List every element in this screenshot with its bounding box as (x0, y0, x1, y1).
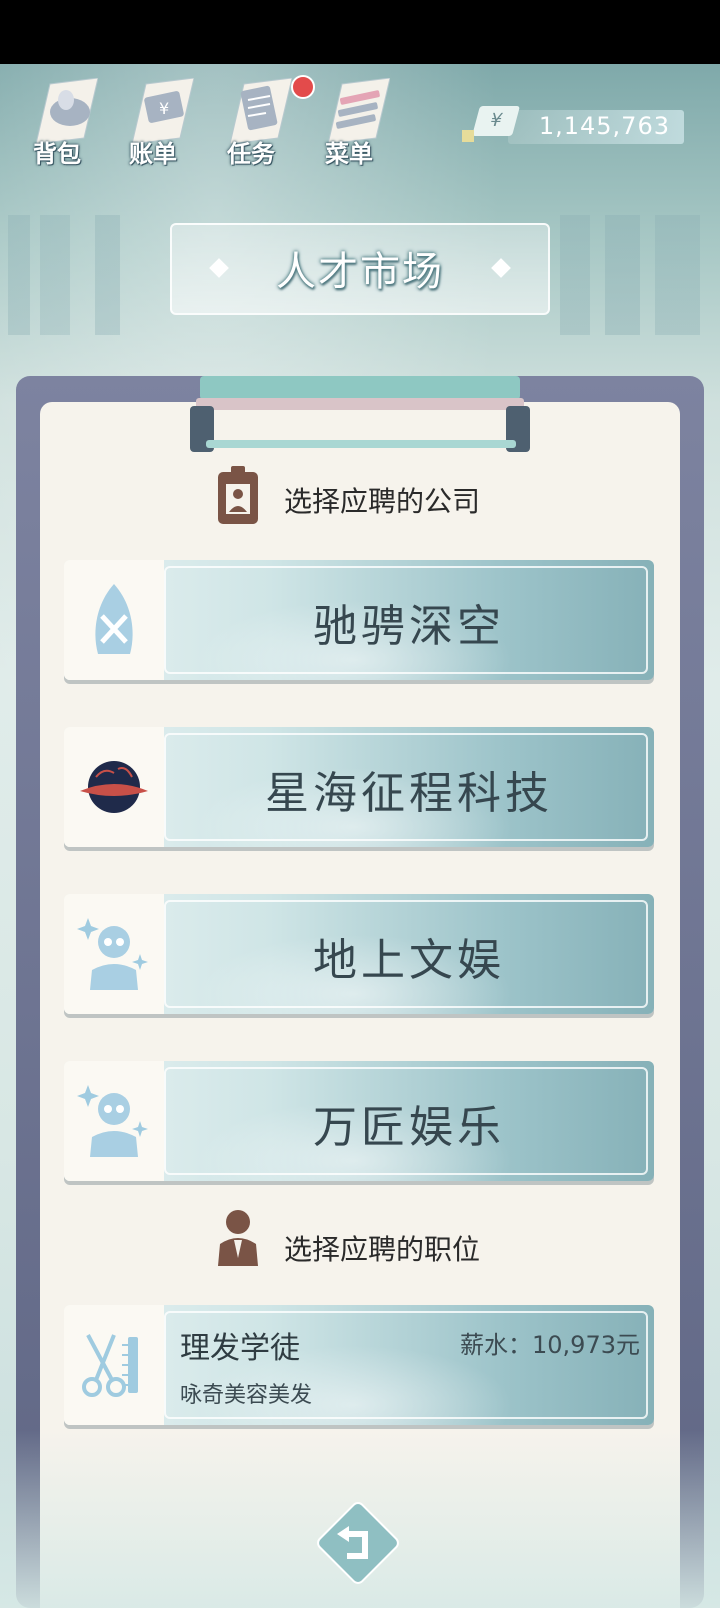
company-card[interactable]: 驰骋深空 (64, 560, 654, 680)
star-performer-icon (77, 918, 148, 990)
company-logo (64, 894, 164, 1014)
job-title: 理发学徒 (180, 1331, 300, 1366)
notification-badge (291, 75, 315, 99)
company-logo (64, 1061, 164, 1181)
company-section-title: 选择应聘的公司 (284, 485, 481, 518)
status-bar (0, 0, 720, 64)
company-card[interactable]: 地上文娱 (64, 894, 654, 1014)
person-icon (218, 1210, 258, 1266)
yen-icon: ¥ (471, 106, 521, 136)
job-logo (64, 1305, 164, 1425)
company-card[interactable]: 星海征程科技 (64, 727, 654, 847)
star-performer-icon (77, 1085, 148, 1157)
currency-display: 1,145,763 (508, 110, 684, 144)
card-decoration (194, 600, 514, 680)
company-logo (64, 560, 164, 680)
backpack-label: 背包 (33, 140, 81, 168)
bill-label: 账单 (129, 140, 177, 168)
card-decoration (194, 1345, 514, 1425)
planet-logo-icon (80, 761, 148, 813)
backpack-button[interactable]: 背包 (22, 78, 110, 168)
svg-text:¥: ¥ (159, 99, 169, 118)
job-company: 咏奇美容美发 (180, 1383, 313, 1408)
job-section-title: 选择应聘的职位 (284, 1233, 481, 1266)
card-decoration (194, 934, 514, 1014)
currency-decoration (462, 130, 474, 142)
page-title-box: 人才市场 (170, 223, 550, 315)
job-card[interactable]: 理发学徒 薪水：10,973元 咏奇美容美发 (64, 1305, 654, 1425)
job-salary: 薪水：10,973元 (460, 1331, 640, 1359)
rocket-tools-icon (95, 584, 133, 654)
card-decoration (194, 1101, 514, 1181)
company-name: 驰骋深空 (313, 601, 505, 652)
scissors-comb-icon (82, 1334, 138, 1397)
company-name: 地上文娱 (313, 935, 505, 986)
menu-label: 菜单 (325, 140, 373, 168)
company-name: 万匠娱乐 (313, 1102, 505, 1153)
back-button[interactable] (313, 1498, 403, 1588)
company-name: 星海征程科技 (265, 768, 553, 819)
bill-button[interactable]: ¥ 账单 (118, 78, 206, 168)
currency-amount: 1,145,763 (538, 112, 670, 140)
menu-button[interactable]: 菜单 (314, 78, 402, 168)
company-logo (64, 727, 164, 847)
id-badge-icon (218, 466, 258, 524)
task-label: 任务 (227, 140, 275, 168)
clipboard-clip-icon (190, 376, 530, 452)
company-card[interactable]: 万匠娱乐 (64, 1061, 654, 1181)
card-decoration (194, 767, 514, 847)
